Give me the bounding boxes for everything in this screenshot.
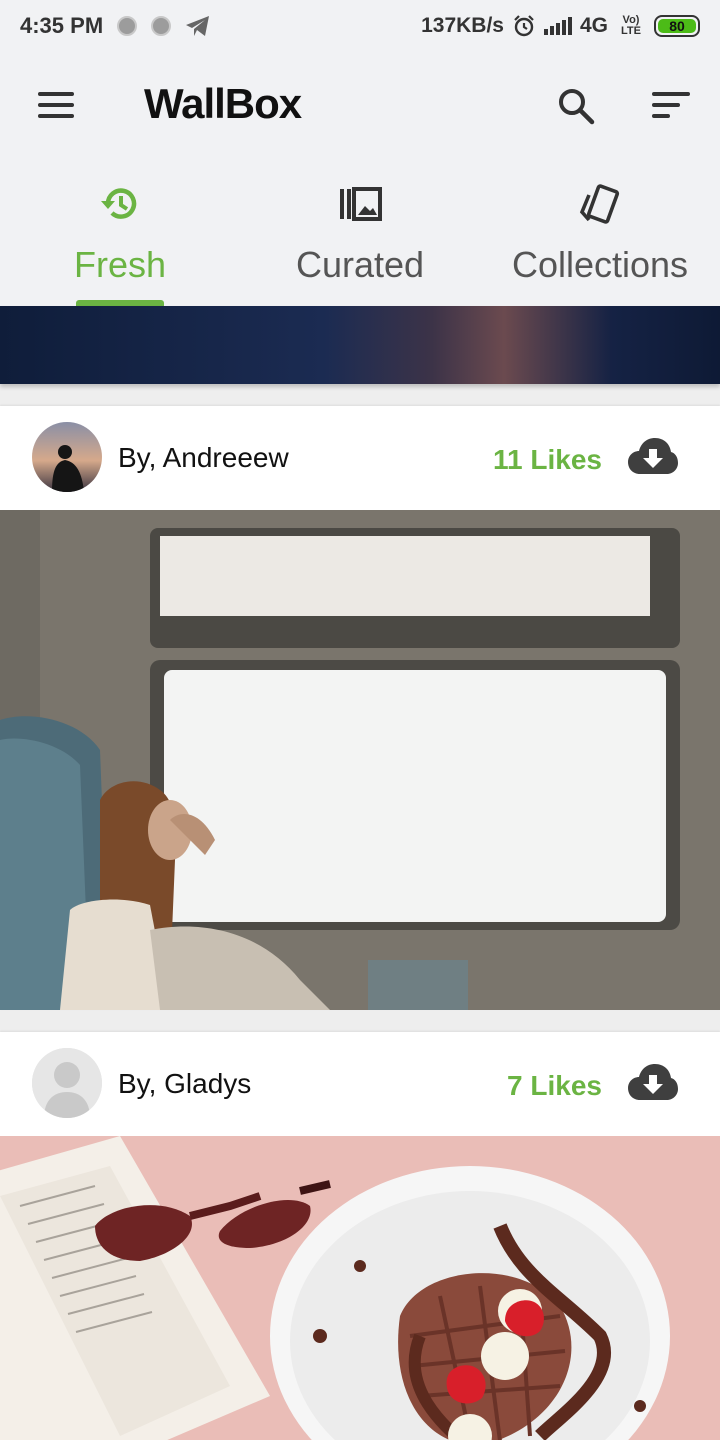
tab-bar: Fresh Curated Collections [0, 158, 720, 306]
avatar[interactable] [32, 1048, 102, 1118]
signal-icon [543, 17, 572, 35]
volte-label: Vo) LTE [621, 14, 641, 37]
sort-icon[interactable] [652, 92, 690, 118]
wallpaper-image[interactable] [0, 1136, 720, 1440]
likes-count: 7 Likes [507, 1070, 602, 1101]
battery-icon: 80 [654, 15, 700, 37]
app-bar: WallBox [0, 52, 720, 158]
status-bar: 4:35 PM 137KB/s 4G Vo) LTE 80 [0, 0, 720, 52]
wallpaper-card: By, Andreeew 11 Likes [0, 406, 720, 1010]
notification-dot-icon [117, 16, 138, 36]
menu-icon[interactable] [38, 92, 74, 118]
search-icon[interactable] [556, 86, 596, 126]
notification-icons [117, 15, 211, 37]
status-time: 4:35 PM [20, 13, 104, 38]
card-header: By, Gladys 7 Likes [0, 1032, 720, 1136]
tab-curated[interactable]: Curated [240, 158, 480, 306]
tab-collections[interactable]: Collections [480, 158, 720, 306]
history-icon [101, 188, 137, 219]
alarm-icon [514, 15, 534, 37]
tab-label: Curated [295, 244, 425, 285]
battery-level: 80 [658, 18, 696, 34]
wallpaper-image[interactable] [0, 510, 720, 1010]
author-name: By, Gladys [118, 1068, 252, 1099]
network-type: 4G [579, 14, 608, 37]
tab-label: Fresh [73, 244, 167, 285]
telegram-icon [186, 16, 210, 36]
download-icon[interactable] [628, 1064, 678, 1102]
likes-count: 11 Likes [493, 444, 602, 475]
wallpaper-card: By, Gladys 7 Likes [0, 1032, 720, 1440]
app-title: WallBox [144, 80, 302, 127]
wallpaper-image[interactable] [0, 306, 720, 384]
status-right: 137KB/s 4G Vo) LTE 80 [421, 14, 700, 38]
tab-fresh[interactable]: Fresh [0, 158, 240, 306]
network-speed: 137KB/s [421, 14, 504, 37]
tab-label: Collections [511, 244, 689, 285]
avatar[interactable] [32, 422, 102, 492]
notification-dot-icon [151, 16, 172, 36]
collections-icon [579, 184, 620, 224]
download-icon[interactable] [628, 438, 678, 476]
gallery-icon [340, 187, 382, 221]
card-header: By, Andreeew 11 Likes [0, 406, 720, 510]
author-name: By, Andreeew [118, 442, 289, 473]
wallpaper-feed: By, Andreeew 11 Likes By, Gladys 7 Likes [0, 306, 720, 1440]
